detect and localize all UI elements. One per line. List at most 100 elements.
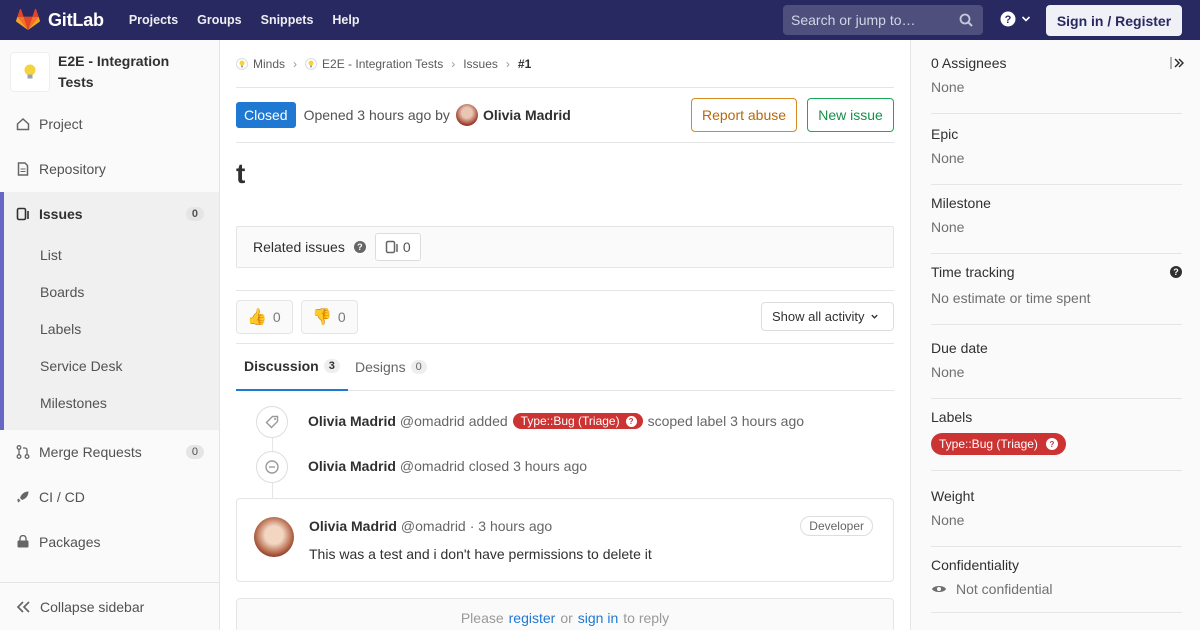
scoped-label-badge[interactable]: Type::Bug (Triage) ? bbox=[512, 413, 643, 429]
sidebar-subitem-list[interactable]: List bbox=[40, 247, 62, 263]
thumbs-down-icon: 👎 bbox=[312, 309, 332, 326]
project-header[interactable]: E2E - Integration Tests bbox=[0, 40, 219, 102]
reply-text: or bbox=[560, 610, 573, 626]
thumbs-down-count: 0 bbox=[337, 309, 346, 325]
gitlab-logo[interactable]: GitLab bbox=[16, 9, 104, 31]
help-dropdown[interactable]: ? bbox=[1000, 11, 1031, 27]
assignees-value: None bbox=[931, 79, 965, 95]
sidebar-subitem-service-desk[interactable]: Service Desk bbox=[40, 358, 122, 374]
event-action: closed 3 hours ago bbox=[468, 458, 588, 474]
related-issues-count[interactable]: 0 bbox=[374, 233, 421, 261]
divider bbox=[236, 142, 894, 143]
nav-snippets[interactable]: Snippets bbox=[261, 13, 314, 27]
avatar[interactable] bbox=[254, 517, 294, 557]
sidebar-item-issues[interactable]: Issues 0 bbox=[4, 192, 219, 236]
event-handle[interactable]: @omadrid bbox=[400, 413, 465, 429]
related-issues-panel: Related issues ? 0 bbox=[236, 226, 894, 268]
new-issue-button[interactable]: New issue bbox=[807, 98, 894, 132]
weight-value: None bbox=[931, 512, 965, 528]
sidebar-item-label: Merge Requests bbox=[39, 444, 142, 460]
register-link[interactable]: register bbox=[509, 610, 556, 626]
related-issues-label: Related issues bbox=[253, 239, 345, 255]
note-author[interactable]: Olivia Madrid bbox=[309, 518, 397, 534]
timeline-event-icon bbox=[256, 406, 288, 438]
top-navbar: GitLab Projects Groups Snippets Help Sea… bbox=[0, 0, 1200, 40]
opened-text: Opened 3 hours ago by bbox=[303, 107, 450, 123]
issues-icon bbox=[385, 240, 398, 254]
event-handle[interactable]: @omadrid bbox=[400, 458, 465, 474]
timeline-event-icon bbox=[256, 451, 288, 483]
sign-in-register-button[interactable]: Sign in / Register bbox=[1046, 5, 1182, 36]
breadcrumb-current[interactable]: #1 bbox=[518, 57, 531, 71]
sidebar-item-repository[interactable]: Repository bbox=[0, 147, 219, 191]
breadcrumb-project[interactable]: E2E - Integration Tests bbox=[305, 57, 443, 71]
rocket-icon bbox=[17, 491, 29, 503]
event-author[interactable]: Olivia Madrid bbox=[308, 413, 396, 429]
thumbs-down-button[interactable]: 👎 0 bbox=[301, 300, 358, 334]
nav-links: Projects Groups Snippets Help bbox=[129, 13, 379, 27]
chevron-down-icon bbox=[871, 314, 879, 319]
thumbs-up-button[interactable]: 👍 0 bbox=[236, 300, 293, 334]
confidentiality-text: Not confidential bbox=[956, 581, 1053, 597]
tab-discussion[interactable]: Discussion 3 bbox=[236, 343, 348, 391]
sidebar-item-packages[interactable]: Packages bbox=[0, 520, 219, 564]
time-tracking-title: Time tracking bbox=[931, 264, 1015, 280]
breadcrumb-chevron-icon: › bbox=[451, 57, 456, 71]
search-icon bbox=[959, 13, 973, 27]
weight-block: Weight None bbox=[931, 488, 1182, 547]
author-avatar[interactable] bbox=[455, 104, 478, 126]
breadcrumb-group[interactable]: Minds bbox=[236, 57, 285, 71]
sign-in-link[interactable]: sign in bbox=[578, 610, 618, 626]
issue-title: t bbox=[236, 158, 246, 189]
breadcrumb: Minds › E2E - Integration Tests › Issues… bbox=[236, 55, 531, 73]
author-link[interactable]: Olivia Madrid bbox=[483, 107, 571, 123]
question-icon[interactable]: ? bbox=[353, 241, 366, 253]
note-timestamp[interactable]: · 3 hours ago bbox=[470, 518, 553, 534]
package-icon bbox=[17, 535, 29, 548]
nav-groups[interactable]: Groups bbox=[197, 13, 241, 27]
nav-help[interactable]: Help bbox=[332, 13, 359, 27]
lightbulb-icon bbox=[24, 64, 36, 79]
due-date-value: None bbox=[931, 364, 965, 380]
search-input[interactable]: Search or jump to… bbox=[783, 5, 983, 35]
issue-header: Closed Opened 3 hours ago by Olivia Madr… bbox=[236, 98, 894, 132]
time-tracking-block: Time tracking ? No estimate or time spen… bbox=[931, 264, 1182, 325]
divider bbox=[236, 290, 894, 291]
activity-filter-dropdown[interactable]: Show all activity bbox=[761, 302, 894, 331]
nav-projects[interactable]: Projects bbox=[129, 13, 178, 27]
sidebar-subitem-boards[interactable]: Boards bbox=[40, 284, 84, 300]
question-circle-icon: ? bbox=[1000, 11, 1016, 27]
epic-title: Epic bbox=[931, 126, 959, 142]
merge-requests-count-badge: 0 bbox=[185, 445, 204, 459]
sidebar-item-merge-requests[interactable]: Merge Requests 0 bbox=[0, 430, 219, 474]
closed-circle-icon bbox=[265, 460, 279, 474]
breadcrumb-chevron-icon: › bbox=[293, 57, 298, 71]
tab-designs[interactable]: Designs 0 bbox=[355, 343, 427, 391]
scoped-label-badge[interactable]: Type::Bug (Triage) ? bbox=[931, 433, 1066, 455]
collapse-sidebar-button[interactable]: Collapse sidebar bbox=[0, 582, 219, 630]
issues-count-badge: 0 bbox=[185, 207, 204, 221]
due-date-title: Due date bbox=[931, 340, 988, 356]
issue-opened-info: Opened 3 hours ago by Olivia Madrid bbox=[304, 104, 571, 126]
confidentiality-title: Confidentiality bbox=[931, 557, 1019, 573]
question-icon[interactable]: ? bbox=[1170, 266, 1182, 278]
brand-name: GitLab bbox=[48, 9, 104, 30]
sidebar-item-label: CI / CD bbox=[39, 489, 85, 505]
event-author[interactable]: Olivia Madrid bbox=[308, 458, 396, 474]
sidebar-subitem-labels[interactable]: Labels bbox=[40, 321, 81, 337]
breadcrumb-issues[interactable]: Issues bbox=[463, 57, 498, 71]
group-avatar-icon bbox=[236, 58, 248, 70]
sidebar-item-label: Issues bbox=[39, 206, 83, 222]
label-text: Type::Bug (Triage) bbox=[520, 414, 620, 428]
sidebar-item-project[interactable]: Project bbox=[0, 102, 219, 146]
status-badge: Closed bbox=[236, 102, 296, 128]
labels-block: Labels Type::Bug (Triage) ? bbox=[931, 409, 1182, 471]
sidebar-item-ci-cd[interactable]: CI / CD bbox=[0, 475, 219, 519]
sidebar-subitem-milestones[interactable]: Milestones bbox=[40, 395, 107, 411]
tab-label: Discussion bbox=[244, 358, 319, 374]
role-badge: Developer bbox=[800, 516, 873, 536]
milestone-block: Milestone None bbox=[931, 195, 1182, 254]
report-abuse-button[interactable]: Report abuse bbox=[691, 98, 797, 132]
note-handle[interactable]: @omadrid bbox=[401, 518, 466, 534]
milestone-title: Milestone bbox=[931, 195, 991, 211]
